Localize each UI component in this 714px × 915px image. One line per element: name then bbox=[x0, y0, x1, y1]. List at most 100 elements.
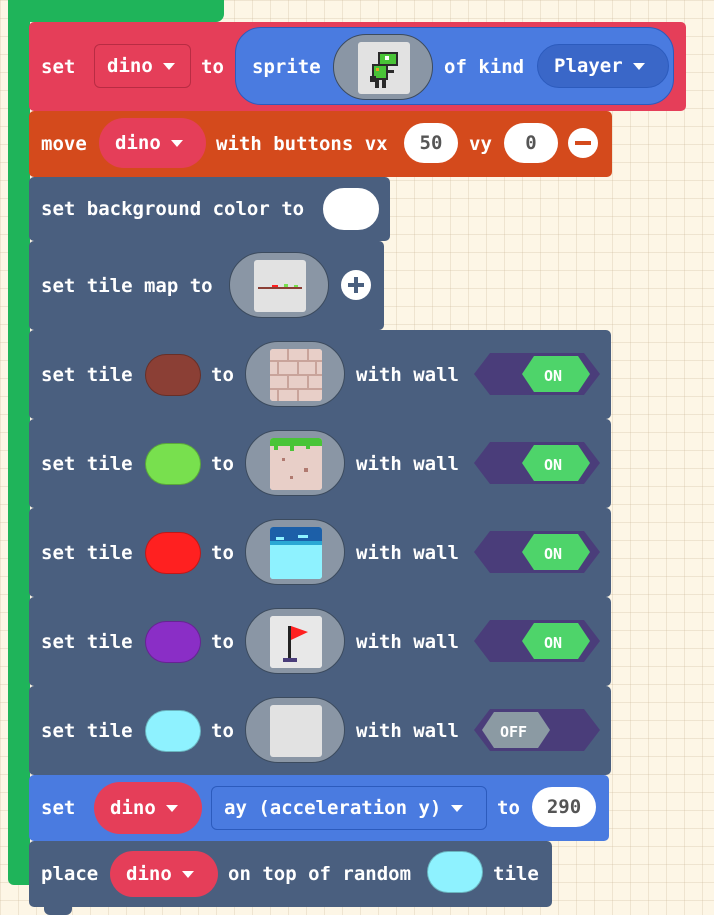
chevron-down-icon bbox=[451, 804, 464, 812]
tile-image-picker[interactable] bbox=[245, 430, 345, 496]
remove-argument-icon[interactable] bbox=[568, 128, 598, 158]
event-block-bar bbox=[8, 0, 30, 885]
wall-toggle-state: ON bbox=[544, 634, 563, 652]
toggle-track bbox=[474, 531, 600, 573]
wall-toggle[interactable]: ON bbox=[474, 442, 600, 484]
wall-toggle-state: ON bbox=[544, 456, 563, 474]
sprite-reporter[interactable]: sprite of kind Player bbox=[235, 27, 674, 105]
water-image bbox=[270, 527, 322, 579]
tile-image-picker[interactable] bbox=[245, 608, 345, 674]
wall-toggle[interactable]: ON bbox=[474, 620, 600, 662]
place-on-random-tile-block[interactable]: place dino on top of random tile bbox=[29, 841, 552, 915]
to-label: to bbox=[201, 56, 224, 78]
property-value: ay (acceleration y) bbox=[224, 797, 442, 819]
tile-color-picker[interactable] bbox=[427, 851, 483, 893]
set-tile-map-label: set tile map to bbox=[41, 275, 213, 297]
set-tile-block[interactable]: set tile to with wall ON bbox=[29, 419, 611, 516]
with-wall-label: with wall bbox=[356, 364, 459, 386]
set-tile-label: set tile bbox=[41, 542, 133, 564]
variable-dropdown-dino[interactable]: dino bbox=[110, 851, 218, 897]
set-tile-label: set tile bbox=[41, 364, 133, 386]
variable-dropdown-dino[interactable]: dino bbox=[94, 44, 191, 88]
with-wall-label: with wall bbox=[356, 542, 459, 564]
tile-color-picker[interactable] bbox=[145, 532, 201, 574]
tile-color-picker[interactable] bbox=[145, 710, 201, 752]
wall-toggle[interactable]: OFF bbox=[474, 709, 600, 751]
wall-toggle-state: OFF bbox=[500, 723, 528, 741]
to-label: to bbox=[497, 797, 520, 819]
chevron-down-icon bbox=[165, 804, 178, 812]
set-tile-block[interactable]: set tile to with wall ON bbox=[29, 597, 611, 694]
background-color-picker[interactable] bbox=[323, 188, 379, 230]
to-label: to bbox=[211, 720, 234, 742]
set-tile-label: set tile bbox=[41, 720, 133, 742]
wall-toggle[interactable]: ON bbox=[474, 531, 600, 573]
chevron-down-icon bbox=[632, 62, 645, 70]
variable-name: dino bbox=[110, 797, 156, 819]
with-wall-label: with wall bbox=[356, 453, 459, 475]
set-tile-map-block[interactable]: set tile map to bbox=[29, 241, 384, 338]
to-label: to bbox=[211, 453, 234, 475]
of-kind-label: of kind bbox=[444, 56, 525, 78]
tile-color-picker[interactable] bbox=[145, 621, 201, 663]
move-label: move bbox=[41, 133, 87, 155]
set-label: set bbox=[41, 797, 76, 819]
set-tile-block[interactable]: set tile to with wall OFF bbox=[29, 686, 611, 783]
to-label: to bbox=[211, 364, 234, 386]
wall-toggle[interactable]: ON bbox=[474, 353, 600, 395]
set-tile-label: set tile bbox=[41, 453, 133, 475]
toggle-track bbox=[474, 353, 600, 395]
vy-label: vy bbox=[469, 133, 492, 155]
with-wall-label: with wall bbox=[356, 720, 459, 742]
tilemap-image-picker[interactable] bbox=[229, 252, 329, 318]
wall-toggle-state: ON bbox=[544, 367, 563, 385]
tile-image-picker[interactable] bbox=[245, 341, 345, 407]
variable-dropdown-dino[interactable]: dino bbox=[99, 118, 206, 168]
value-input[interactable]: 290 bbox=[532, 787, 596, 827]
toggle-track bbox=[474, 442, 600, 484]
red-flag-image bbox=[270, 616, 322, 668]
grass-dirt-image bbox=[270, 438, 322, 490]
set-sprite-block[interactable]: set dino to sprite of kind Player bbox=[29, 22, 686, 119]
chevron-down-icon bbox=[162, 62, 175, 70]
brick-wall-image bbox=[270, 349, 322, 401]
kind-dropdown[interactable]: Player bbox=[537, 44, 669, 88]
set-tile-block[interactable]: set tile to with wall ON bbox=[29, 330, 611, 427]
set-tile-label: set tile bbox=[41, 631, 133, 653]
dino-sprite-image bbox=[358, 42, 410, 94]
variable-dropdown-dino[interactable]: dino bbox=[94, 782, 202, 834]
property-dropdown[interactable]: ay (acceleration y) bbox=[211, 786, 487, 830]
vx-input[interactable]: 50 bbox=[404, 123, 458, 163]
toggle-track bbox=[474, 620, 600, 662]
set-sprite-property-block[interactable]: set dino ay (acceleration y) to 290 bbox=[29, 775, 609, 849]
tile-color-picker[interactable] bbox=[145, 443, 201, 485]
tilemap-preview-image bbox=[254, 260, 306, 312]
place-label: place bbox=[41, 863, 99, 885]
kind-value: Player bbox=[554, 55, 623, 77]
sprite-image-picker[interactable] bbox=[333, 34, 433, 100]
tile-color-picker[interactable] bbox=[145, 354, 201, 396]
variable-name: dino bbox=[115, 132, 161, 154]
vy-input[interactable]: 0 bbox=[504, 123, 558, 163]
toggle-track bbox=[474, 709, 600, 751]
with-wall-label: with wall bbox=[356, 631, 459, 653]
tile-label: tile bbox=[493, 863, 539, 885]
move-with-buttons-block[interactable]: move dino with buttons vx 50 vy 0 bbox=[29, 111, 612, 185]
event-block-top bbox=[8, 0, 224, 22]
with-buttons-vx-label: with buttons vx bbox=[216, 133, 388, 155]
set-label: set bbox=[41, 56, 76, 78]
on-top-of-random-label: on top of random bbox=[228, 863, 412, 885]
tile-image-picker[interactable] bbox=[245, 697, 345, 763]
chevron-down-icon bbox=[170, 139, 183, 147]
variable-name: dino bbox=[107, 55, 153, 77]
to-label: to bbox=[211, 631, 234, 653]
add-argument-icon[interactable] bbox=[341, 270, 371, 300]
blank-tile-image bbox=[270, 705, 322, 757]
to-label: to bbox=[211, 542, 234, 564]
wall-toggle-state: ON bbox=[544, 545, 563, 563]
set-background-color-label: set background color to bbox=[41, 198, 305, 220]
set-background-color-block[interactable]: set background color to bbox=[29, 177, 390, 249]
chevron-down-icon bbox=[181, 870, 194, 878]
tile-image-picker[interactable] bbox=[245, 519, 345, 585]
set-tile-block[interactable]: set tile to with wall ON bbox=[29, 508, 611, 605]
